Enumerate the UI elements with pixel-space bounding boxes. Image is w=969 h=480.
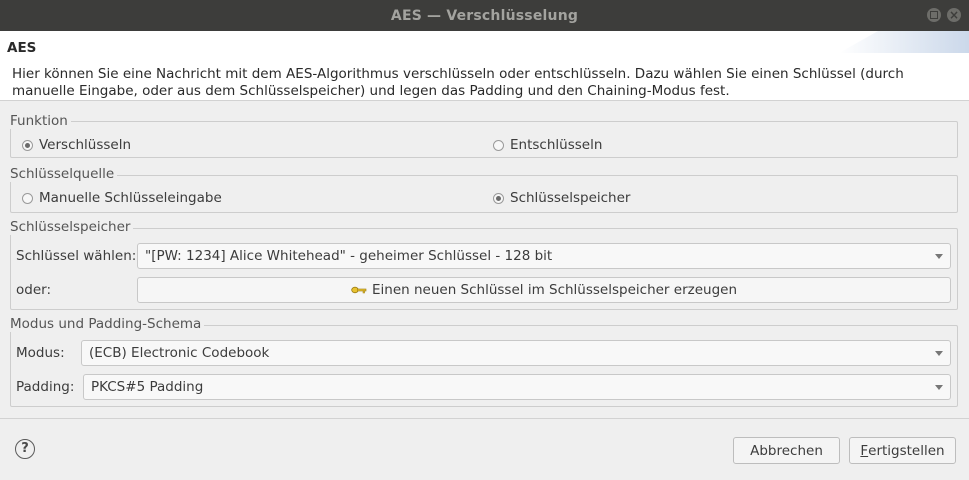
radio-schluesselspeicher[interactable]: Schlüsselspeicher — [493, 190, 630, 206]
radio-checked-icon — [493, 192, 504, 204]
group-funktion — [10, 121, 958, 158]
key-icon — [351, 286, 367, 294]
cancel-button[interactable]: Abbrechen — [733, 437, 840, 464]
radio-verschluesseln[interactable]: Verschlüsseln — [22, 137, 131, 153]
chevron-down-icon — [935, 351, 943, 356]
finish-mnemonic: F — [860, 442, 869, 459]
group-funktion-label: Funktion — [10, 113, 71, 129]
chevron-down-icon — [935, 254, 943, 259]
footer-divider — [0, 418, 969, 419]
header-decoration — [839, 31, 969, 53]
padding-select[interactable]: PKCS#5 Padding — [83, 374, 951, 400]
window-title: AES — Verschlüsselung — [390, 7, 579, 24]
radio-entschluesseln[interactable]: Entschlüsseln — [493, 137, 602, 153]
group-modus-padding-label: Modus und Padding-Schema — [10, 316, 205, 332]
finish-button-label: ertigstellen — [868, 442, 945, 459]
padding-select-value: PKCS#5 Padding — [91, 379, 204, 395]
window-titlebar: AES — Verschlüsselung × — [0, 0, 969, 31]
radio-unchecked-icon — [493, 139, 504, 151]
key-select[interactable]: "[PW: 1234] Alice Whitehead" - geheimer … — [137, 243, 951, 269]
padding-label: Padding: — [16, 379, 75, 395]
radio-manuelle-eingabe-label: Manuelle Schlüsseleingabe — [39, 190, 222, 206]
radio-verschluesseln-label: Verschlüsseln — [39, 137, 132, 153]
key-select-label: Schlüssel wählen: — [16, 248, 137, 264]
group-schluesselquelle-label: Schlüsselquelle — [10, 166, 118, 182]
mode-label: Modus: — [16, 345, 65, 361]
radio-entschluesseln-label: Entschlüsseln — [510, 137, 603, 153]
finish-button[interactable]: Fertigstellen — [849, 437, 956, 464]
help-icon[interactable]: ? — [15, 439, 35, 459]
radio-manuelle-eingabe[interactable]: Manuelle Schlüsseleingabe — [22, 190, 222, 206]
group-schluesselspeicher-label: Schlüsselspeicher — [10, 219, 134, 235]
mode-select-value: (ECB) Electronic Codebook — [89, 345, 270, 361]
radio-unchecked-icon — [22, 192, 33, 204]
header-title: AES — [7, 40, 37, 56]
mode-select[interactable]: (ECB) Electronic Codebook — [81, 340, 951, 366]
radio-checked-icon — [22, 139, 33, 151]
cancel-button-label: Abbrechen — [750, 442, 823, 459]
generate-key-label: Einen neuen Schlüssel im Schlüsselspeich… — [371, 282, 738, 298]
dialog-header: AES Hier können Sie eine Nachricht mit d… — [0, 31, 969, 101]
key-select-value: "[PW: 1234] Alice Whitehead" - geheimer … — [145, 248, 553, 264]
close-icon[interactable]: × — [947, 8, 961, 22]
or-label: oder: — [16, 282, 51, 298]
help-symbol: ? — [21, 441, 29, 456]
chevron-down-icon — [935, 385, 943, 390]
maximize-icon[interactable] — [927, 8, 941, 22]
header-description: Hier können Sie eine Nachricht mit dem A… — [12, 66, 904, 99]
generate-key-button[interactable]: Einen neuen Schlüssel im Schlüsselspeich… — [137, 277, 951, 303]
radio-schluesselspeicher-label: Schlüsselspeicher — [510, 190, 631, 206]
